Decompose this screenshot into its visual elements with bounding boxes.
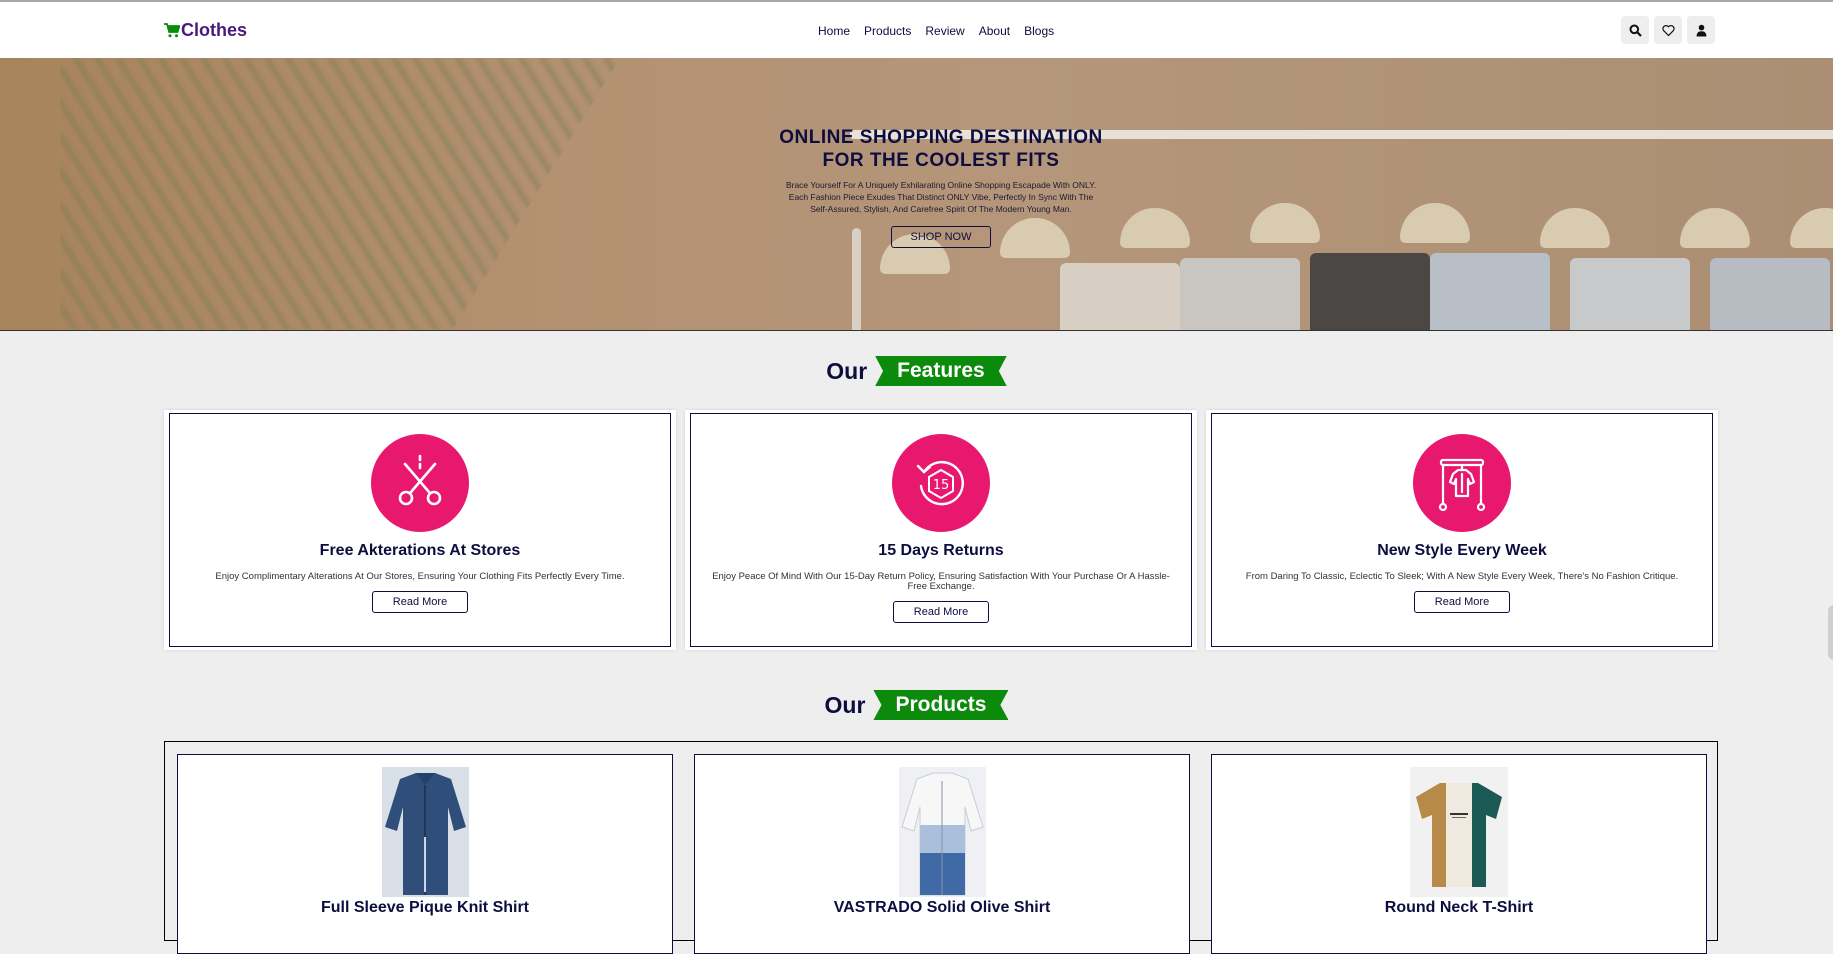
feature-description: Enjoy Complimentary Alterations At Our S…: [215, 571, 625, 582]
product-card[interactable]: Round Neck T-Shirt: [1211, 754, 1707, 954]
product-name: Round Neck T-Shirt: [1384, 899, 1534, 916]
site-header: Clothes Home Products Review About Blogs: [0, 2, 1833, 58]
nav-review[interactable]: Review: [925, 24, 964, 38]
products-heading: Our Products: [0, 690, 1833, 720]
feature-card-new-style: New Style Every Week From Daring To Clas…: [1206, 410, 1718, 650]
read-more-button[interactable]: Read More: [892, 601, 990, 623]
nav-products[interactable]: Products: [864, 24, 911, 38]
products-heading-ribbon: Products: [873, 690, 1009, 720]
products-grid: Full Sleeve Pique Knit Shirt VASTRADO So…: [164, 741, 1718, 954]
features-heading-prefix: Our: [826, 357, 868, 384]
cart-icon: [164, 23, 180, 38]
product-card[interactable]: Full Sleeve Pique Knit Shirt: [177, 754, 673, 954]
account-button[interactable]: [1687, 16, 1715, 44]
15-day-return-icon: 15: [916, 460, 964, 506]
hero-content: ONLINE SHOPPING DESTINATION FOR THE COOL…: [760, 126, 1122, 248]
nav-about[interactable]: About: [979, 24, 1010, 38]
hero-subtitle: Brace Yourself For A Uniquely Exhilarati…: [760, 179, 1122, 215]
hero-title-line-2: FOR THE COOLEST FITS: [822, 150, 1060, 171]
hero-banner: ONLINE SHOPPING DESTINATION FOR THE COOL…: [0, 58, 1833, 331]
feature-title: 15 Days Returns: [878, 542, 1004, 559]
brand-logo[interactable]: Clothes: [164, 20, 247, 41]
svg-text:15: 15: [933, 478, 950, 493]
feature-icon-circle: 15: [892, 434, 990, 532]
wishlist-button[interactable]: [1654, 16, 1682, 44]
heart-icon: [1661, 24, 1675, 36]
clothes-rack-icon: [1438, 458, 1486, 512]
hero-subtitle-line-3: Self-Assured, Stylish, And Carefree Spir…: [810, 204, 1072, 214]
search-button[interactable]: [1621, 16, 1649, 44]
read-more-button[interactable]: Read More: [371, 591, 469, 613]
colorblock-tshirt-image: [1410, 767, 1508, 897]
features-heading-ribbon: Features: [875, 356, 1007, 386]
blue-white-shirt-image: [898, 767, 986, 897]
product-image: [381, 767, 469, 897]
brand-name: Clothes: [181, 20, 248, 40]
hero-subtitle-line-2: Each Fashion Piece Exudes That Distinct …: [788, 192, 1094, 202]
feature-icon-circle: [1413, 434, 1511, 532]
read-more-button[interactable]: Read More: [1413, 591, 1511, 613]
search-icon: [1629, 24, 1642, 37]
hero-title-line-1: ONLINE SHOPPING DESTINATION: [779, 127, 1103, 148]
nav-home[interactable]: Home: [818, 24, 850, 38]
product-image: [1410, 767, 1508, 897]
product-image: [898, 767, 986, 897]
palm-leaf-decoration: [60, 58, 620, 330]
feature-description: Enjoy Peace Of Mind With Our 15-Day Retu…: [712, 571, 1170, 592]
scissors-icon: [398, 454, 442, 506]
feature-icon-circle: [371, 434, 469, 532]
feature-description: From Daring To Classic, Eclectic To Slee…: [1245, 571, 1679, 582]
product-card[interactable]: VASTRADO Solid Olive Shirt: [694, 754, 1190, 954]
hero-subtitle-line-1: Brace Yourself For A Uniquely Exhilarati…: [785, 180, 1097, 190]
product-name: Full Sleeve Pique Knit Shirt: [320, 899, 530, 916]
feature-title: Free Akterations At Stores: [319, 542, 521, 559]
feature-card-returns: 15 15 Days Returns Enjoy Peace Of Mind W…: [685, 410, 1197, 650]
denim-shirt-image: [381, 767, 469, 897]
feature-card-alterations: Free Akterations At Stores Enjoy Complim…: [164, 410, 676, 650]
shop-now-button[interactable]: SHOP NOW: [890, 226, 992, 248]
products-heading-prefix: Our: [824, 691, 866, 718]
hero-title: ONLINE SHOPPING DESTINATION FOR THE COOL…: [760, 126, 1122, 172]
scroll-handle[interactable]: [1828, 605, 1833, 660]
feature-title: New Style Every Week: [1377, 542, 1547, 559]
features-heading: Our Features: [0, 356, 1833, 386]
nav-blogs[interactable]: Blogs: [1024, 24, 1054, 38]
user-icon: [1696, 24, 1706, 36]
product-name: VASTRADO Solid Olive Shirt: [833, 899, 1051, 916]
main-nav: Home Products Review About Blogs: [818, 24, 1054, 38]
